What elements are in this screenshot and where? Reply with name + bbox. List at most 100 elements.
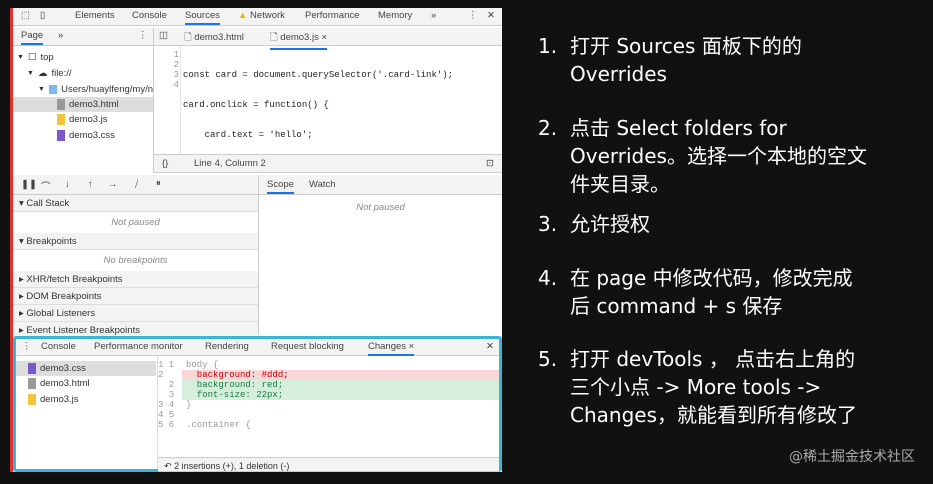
- cursor-position: Line 4, Column 2: [194, 158, 266, 169]
- tree-folder[interactable]: ▼ Users/huaylfeng/my/n: [38, 84, 153, 95]
- device-toggle-icon[interactable]: ▯: [40, 10, 45, 21]
- tab-memory[interactable]: Memory: [378, 10, 412, 21]
- tab-sources[interactable]: Sources: [185, 10, 220, 25]
- navigator-header: Page » ⋮: [13, 28, 153, 46]
- tab-rendering[interactable]: Rendering: [205, 341, 249, 352]
- tab-page[interactable]: Page: [21, 30, 44, 45]
- tab-network[interactable]: ▲ Network: [238, 10, 285, 21]
- editor-tab-active[interactable]: 🗋 demo3.js ×: [270, 30, 328, 50]
- diff-row: 5 6 .container {: [158, 420, 499, 430]
- pretty-print-icon[interactable]: {}: [162, 158, 168, 169]
- pause-on-exceptions-icon[interactable]: ⏸: [156, 178, 161, 189]
- close-icon[interactable]: ✕: [487, 10, 495, 21]
- tree-file[interactable]: demo3.html: [13, 97, 153, 112]
- diff-text: font-size: 22px;: [182, 390, 499, 400]
- diff-text: [182, 410, 499, 420]
- tree-label: Users/huaylfeng/my/n: [61, 84, 153, 95]
- tab-console[interactable]: Console: [41, 341, 76, 352]
- kebab-menu-icon[interactable]: ⋮: [468, 10, 478, 21]
- step-line: 件夹目录。: [570, 172, 670, 196]
- diff-row: 2 background: red;: [158, 380, 499, 390]
- step-item: 2. 点击 Select folders for Overrides。选择一个本地的…: [538, 114, 910, 198]
- step-item: 1. 打开 Sources 面板下的的 Overrides: [538, 32, 910, 88]
- diff-row: 3 font-size: 22px;: [158, 390, 499, 400]
- drawer: ⋮ Console Performance monitor Rendering …: [13, 336, 502, 472]
- toggle-debugger-icon[interactable]: ⊡: [486, 158, 494, 169]
- gutter-divider: [180, 46, 181, 162]
- step-text: 打开 devTools ， 点击右上角的 三个小点 -> More tools -…: [570, 345, 910, 429]
- devtools-window: ⬚ ▯ Elements Console Sources ▲ Network P…: [10, 8, 502, 472]
- tab-label: Changes: [368, 341, 407, 352]
- line-numbers: 1234: [173, 50, 179, 90]
- tree-label: demo3.js: [69, 114, 108, 125]
- tree-top[interactable]: ▼ ☐ top: [17, 52, 54, 63]
- toggle-navigator-icon[interactable]: ◫: [159, 30, 168, 41]
- frame-icon: ☐: [27, 52, 37, 63]
- more-nav-button[interactable]: »: [58, 30, 63, 41]
- section-xhr[interactable]: ▸ XHR/fetch Breakpoints: [13, 271, 258, 288]
- section-label: Event Listener Breakpoints: [26, 325, 140, 336]
- js-file-icon: [28, 394, 36, 405]
- kebab-menu-icon[interactable]: ⋮: [138, 30, 148, 41]
- tree-label: demo3.css: [69, 130, 115, 141]
- tree-origin[interactable]: ▼ ☁ file://: [27, 68, 72, 79]
- warning-icon: ▲: [238, 10, 248, 21]
- deactivate-breakpoints-icon[interactable]: ⧸: [135, 179, 138, 190]
- tab-elements[interactable]: Elements: [75, 10, 115, 21]
- tab-performance[interactable]: Performance: [305, 10, 359, 21]
- main-toolbar: ⬚ ▯ Elements Console Sources ▲ Network P…: [13, 8, 502, 26]
- section-breakpoints[interactable]: ▾ Breakpoints: [13, 233, 258, 250]
- tree-file[interactable]: demo3.js: [57, 114, 108, 125]
- step-line: 允许授权: [570, 212, 650, 236]
- step-icon[interactable]: →: [108, 179, 118, 190]
- revert-icon[interactable]: ↶: [164, 461, 172, 471]
- step-over-icon[interactable]: ⌒: [41, 179, 51, 193]
- tree-label: top: [40, 52, 54, 63]
- section-label: Breakpoints: [26, 236, 77, 247]
- tab-changes[interactable]: Changes ×: [368, 341, 415, 356]
- diff-line-numbers: 2: [158, 370, 175, 380]
- css-file-icon: [57, 130, 65, 141]
- tab-request-blocking[interactable]: Request blocking: [271, 341, 344, 352]
- tree-label: file://: [51, 68, 72, 79]
- section-call-stack[interactable]: ▾ Call Stack: [13, 195, 258, 212]
- step-number: 3.: [538, 212, 558, 236]
- step-text: 在 page 中修改代码，修改完成后 command + s 保存: [570, 264, 910, 320]
- kebab-menu-icon[interactable]: ⋮: [22, 341, 32, 352]
- step-item: 3. 允许授权: [538, 210, 910, 238]
- inspect-icon[interactable]: ⬚: [21, 10, 30, 21]
- section-dom[interactable]: ▸ DOM Breakpoints: [13, 288, 258, 305]
- file-label: demo3.css: [40, 363, 86, 374]
- section-label: DOM Breakpoints: [26, 291, 102, 302]
- editor-tab[interactable]: 🗋 demo3.html: [184, 30, 244, 46]
- diff-row: 1 1 body {: [158, 360, 499, 370]
- pause-icon[interactable]: ❚❚: [21, 179, 37, 190]
- empty-message: No breakpoints: [103, 255, 168, 266]
- more-tabs-button[interactable]: »: [431, 10, 436, 21]
- close-drawer-icon[interactable]: ✕: [486, 341, 494, 352]
- step-out-icon[interactable]: ↑: [88, 179, 93, 190]
- tab-console[interactable]: Console: [132, 10, 167, 21]
- diff-row: 4 5: [158, 410, 499, 420]
- tree-file[interactable]: demo3.css: [57, 130, 115, 141]
- file-label: demo3.html: [40, 378, 90, 389]
- step-into-icon[interactable]: ↓: [65, 179, 70, 190]
- tab-performance-monitor[interactable]: Performance monitor: [94, 341, 183, 352]
- editor-tabs: ◫ 🗋 demo3.html 🗋 demo3.js ×: [154, 28, 502, 50]
- empty-message: Not paused: [111, 217, 160, 228]
- tab-scope[interactable]: Scope: [267, 179, 294, 194]
- section-global-listeners[interactable]: ▸ Global Listeners: [13, 305, 258, 322]
- empty-message: Not paused: [356, 202, 405, 213]
- section-label: Call Stack: [26, 198, 70, 209]
- debugger-toolbar: ❚❚ ⌒ ↓ ↑ → ⧸ ⏸: [13, 175, 258, 195]
- tab-watch[interactable]: Watch: [309, 179, 336, 190]
- file-label: demo3.js: [40, 394, 79, 405]
- changed-file[interactable]: demo3.js: [28, 394, 79, 405]
- step-number: 2.: [538, 116, 558, 140]
- section-label: Global Listeners: [26, 308, 96, 319]
- step-number: 4.: [538, 266, 558, 290]
- changed-file[interactable]: demo3.css: [16, 361, 156, 376]
- changed-file[interactable]: demo3.html: [28, 378, 90, 389]
- tree-label: demo3.html: [69, 99, 119, 110]
- step-line: 后 command + s 保存: [570, 294, 783, 318]
